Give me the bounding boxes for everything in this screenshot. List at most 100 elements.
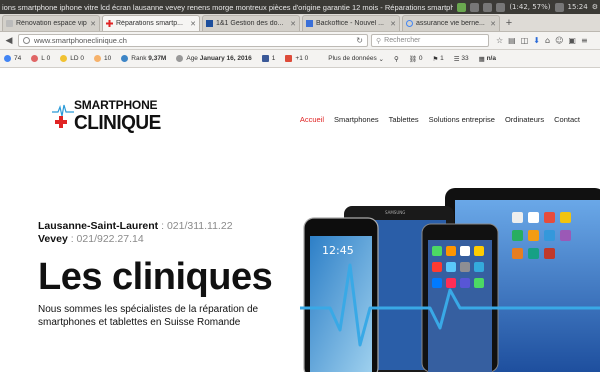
contact-vevey: Vevey : 021/922.27.14 [38,233,144,245]
tray-user-icon[interactable] [470,2,480,12]
menu-item-contact[interactable]: Contact [554,115,580,124]
toolbar-icons: ☆ ▤ ◫ ⬇ ⌂ ☺ ▣ ≡ [496,36,588,45]
logo-line2: CLINIQUE [74,112,161,135]
contact-lausanne: Lausanne-Saint-Laurent : 021/311.11.22 [38,220,233,232]
tab-label: Backoffice - Nouvel ... [316,20,384,27]
l-icon [31,55,39,62]
new-tab-button[interactable]: + [502,16,516,30]
seo-facebook[interactable]: 1 [261,55,276,62]
seo-value: 9,37M [148,55,167,62]
seo-prefix: Age [186,55,198,62]
seo-value: 1 [271,55,276,62]
seo-value: 1 [440,55,444,62]
tab-bar: Rénovation espace vip ... ✕ Réparations … [0,14,600,32]
tab-assurance[interactable]: assurance vie berne... ✕ [402,15,500,31]
seo-value: 0 [80,55,85,62]
site-logo[interactable]: SMARTPHONE CLINIQUE [52,98,161,140]
seo-value: 0 [304,55,309,62]
seo-gplus[interactable]: +1 0 [285,55,308,62]
clock[interactable]: 15:24 [568,3,588,11]
seo-google-pr[interactable]: 74 [4,55,21,62]
close-tab-icon[interactable]: ✕ [90,20,96,28]
devices-illustration: SAMSUNG 12:45 [300,188,600,372]
logo-line1: SMARTPHONE [74,98,158,112]
menu-item-tablettes[interactable]: Tablettes [389,115,419,124]
seo-index-ld[interactable]: LD 0 [60,55,84,62]
seo-list[interactable]: ☰ 33 [454,55,469,63]
menu-item-solutions-entreprise[interactable]: Solutions entreprise [429,115,495,124]
1and1-favicon-icon [206,20,213,27]
seo-index-b[interactable]: 10 [94,55,111,62]
window-title: ions smartphone iphone vitre lcd écran l… [2,2,454,12]
facebook-icon [261,55,269,62]
tab-backoffice[interactable]: Backoffice - Nouvel ... ✕ [302,15,400,31]
hero-title: Les cliniques [38,256,273,298]
volume-icon[interactable] [554,2,564,12]
reading-list-icon[interactable]: ▤ [508,36,516,45]
seo-value: January 16, 2016 [199,55,252,62]
seo-value: 10 [104,55,112,62]
seo-index-l[interactable]: L 0 [31,55,50,62]
flag-icon: ⚑ [432,55,439,63]
url-text: www.smartphoneclinique.ch [34,36,127,45]
tab-reparations[interactable]: Réparations smartp... ✕ [102,15,200,31]
galaxy-s6-image: 12:45 [303,217,379,372]
seo-prefix: LD [70,55,79,62]
red-cross-favicon-icon [106,20,113,27]
seo-value: 74 [14,55,22,62]
menu-hamburger-icon[interactable]: ≡ [581,36,588,45]
search-input[interactable]: ⚲ Rechercher [371,34,489,47]
tray-app-icon[interactable] [457,2,467,12]
home-icon[interactable]: ⌂ [545,36,550,45]
close-tab-icon[interactable]: ✕ [190,20,196,28]
svg-text:SAMSUNG: SAMSUNG [385,210,405,215]
contact-phone[interactable]: : 021/311.11.22 [158,220,232,232]
url-bar[interactable]: www.smartphoneclinique.ch ↻ [18,34,368,47]
tab-label: 1&1 Gestion des do... [216,20,284,27]
download-icon[interactable]: ⬇ [533,36,540,45]
hero-description: Nous sommes les spécialistes de la répar… [38,304,259,328]
extension-icon[interactable]: ▣ [568,36,576,45]
contact-phone[interactable]: : 021/922.27.14 [68,233,144,245]
menu-item-smartphones[interactable]: Smartphones [334,115,379,124]
close-tab-icon[interactable]: ✕ [490,20,496,28]
close-tab-icon[interactable]: ✕ [290,20,296,28]
bookmark-star-icon[interactable]: ☆ [496,36,503,45]
settings-gear-icon[interactable]: ⚙ [592,3,598,11]
pocket-icon[interactable]: ◫ [521,36,529,45]
seo-stat[interactable]: ▦ n/a [479,55,496,63]
seo-pin[interactable]: ⚲ [394,55,399,63]
list-icon: ☰ [453,55,460,63]
more-data-dropdown[interactable]: Plus de données ⌄ [328,55,384,63]
tab-1and1[interactable]: 1&1 Gestion des do... ✕ [202,15,300,31]
ld-icon [60,55,68,62]
tray-keyboard-icon[interactable] [483,2,493,12]
contact-city: Vevey [38,233,68,245]
seo-rank[interactable]: Rank 9,37M [121,55,166,62]
reload-icon[interactable]: ↻ [356,36,363,45]
menu-item-ordinateurs[interactable]: Ordinateurs [505,115,544,124]
seo-prefix: L [41,55,45,62]
google-favicon-icon [406,20,413,27]
tab-label: Rénovation espace vip ... [16,20,88,27]
chat-icon[interactable]: ☺ [555,36,563,45]
tab-label: Réparations smartp... [116,20,183,27]
battery-status[interactable]: (1:42, 57%) [509,3,550,11]
back-arrow-icon[interactable]: ◀ [3,35,15,47]
pin-icon: ⚲ [393,55,399,63]
system-tray: (1:42, 57%) 15:24 ⚙ [457,2,598,12]
globe-icon [23,37,30,44]
seo-prefix: Rank [131,55,147,62]
navigation-bar: ◀ www.smartphoneclinique.ch ↻ ⚲ Recherch… [0,32,600,50]
tray-network-icon[interactable] [496,2,506,12]
seo-flags[interactable]: ⚑ 1 [432,55,443,63]
seo-toolbar: 74 L 0 LD 0 10 Rank 9,37M Age January 16… [0,50,600,68]
seo-prefix: +1 [295,55,303,62]
menu-item-accueil[interactable]: Accueil [300,115,324,124]
seo-age[interactable]: Age January 16, 2016 [176,55,252,62]
seo-links[interactable]: ⛓ 0 [409,55,423,63]
iphone-image [421,223,499,372]
close-tab-icon[interactable]: ✕ [390,20,396,28]
seo-value: n/a [486,55,496,62]
tab-renovation[interactable]: Rénovation espace vip ... ✕ [2,15,100,31]
